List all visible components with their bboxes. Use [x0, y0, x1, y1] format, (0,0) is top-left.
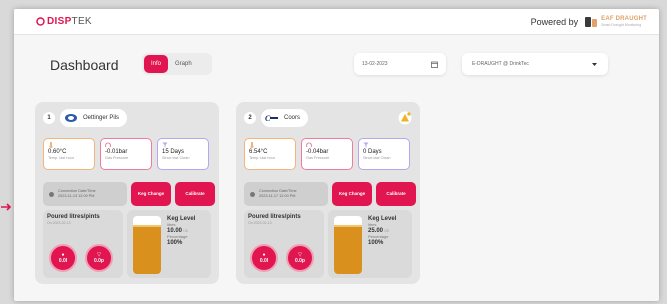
keg-index: 1 — [43, 112, 55, 124]
arrow-right-icon — [1, 203, 12, 211]
keg-change-button[interactable]: Keg Change — [332, 182, 372, 206]
connection-info: Connection Date/Time 2023-11-13 12:00 PM — [43, 182, 127, 206]
product-name: Oettinger Pils — [83, 115, 120, 121]
brand-subtitle: Smart Draught Monitoring — [601, 23, 642, 27]
powered-by: Powered by EAF DRAUGHT Smart Draught Mon… — [531, 16, 647, 28]
keg-index: 2 — [244, 112, 256, 124]
brand-name: EAF DRAUGHT — [601, 16, 647, 22]
poured-subtitle: On 2023-02-13 — [47, 221, 71, 225]
chevron-down-icon — [592, 62, 597, 66]
dashboard-header: Dashboard Info Graph 13-02-2023 E-DRAUGH… — [50, 53, 659, 83]
keg-percentage-value: 100% — [167, 240, 183, 246]
product-pill: C Coors — [261, 109, 309, 127]
status-dot-icon — [250, 191, 255, 197]
clean-stat: 0 Days Since last Clean — [358, 138, 410, 170]
date-value: 13-02-2023 — [362, 61, 388, 67]
keg-percentage-value: 100% — [368, 240, 384, 246]
location-value: E-DRAUGHT @ DrinkTec — [472, 61, 529, 67]
calendar-icon[interactable] — [431, 61, 438, 68]
keg-level-panel: Keg Level litres 10.00 /10 Percentage 10… — [127, 210, 211, 278]
keg-change-button[interactable]: Keg Change — [131, 182, 171, 206]
poured-title: Poured litres/pints — [47, 214, 100, 220]
eaf-draught-logo: EAF DRAUGHT Smart Draught Monitoring — [584, 16, 647, 28]
litres-badge: ● 0.0l — [49, 244, 77, 272]
clean-stat: 15 Days Since last Clean — [157, 138, 209, 170]
top-bar: DISPTEK Powered by EAF DRAUGHT Smart Dra… — [14, 9, 659, 35]
view-toggle: Info Graph — [142, 53, 212, 75]
disptek-logo[interactable]: DISPTEK — [36, 16, 92, 27]
product-pill: Oettinger Pils — [60, 109, 128, 127]
app-window: DISPTEK Powered by EAF DRAUGHT Smart Dra… — [14, 9, 659, 301]
keg-stats: 0.60°C Temp. last hour -0.01bar Gas Pres… — [43, 138, 209, 170]
calibrate-button[interactable]: Calibrate — [376, 182, 416, 206]
keg-litres-unit: /10 — [183, 229, 189, 233]
calibrate-button[interactable]: Calibrate — [175, 182, 215, 206]
disptek-logo-icon — [36, 17, 45, 26]
funnel-icon — [162, 142, 168, 148]
poured-panel: Poured litres/pints On 2023-02-13 ● 0.0l… — [43, 210, 123, 278]
litres-value: 0.0l — [58, 258, 68, 264]
powered-by-label: Powered by — [530, 16, 579, 27]
keg-card: 2 C Coors 6.54°C Temp. last hour -0.04ba… — [236, 102, 420, 284]
litres-badge: ● 0.0l — [250, 244, 278, 272]
keg-stats: 6.54°C Temp. last hour -0.04bar Gas Pres… — [244, 138, 410, 170]
thermometer-icon — [49, 142, 53, 148]
product-name: Coors — [284, 115, 301, 121]
warning-icon[interactable] — [398, 111, 412, 125]
litres-value: 0.0l — [259, 258, 269, 264]
connection-value: 2023-11-13 12:00 PM — [58, 194, 95, 198]
pints-value: 0.0p — [93, 258, 104, 264]
date-picker[interactable]: 13-02-2023 — [354, 53, 446, 75]
keg-card-header: 2 C Coors — [244, 109, 309, 127]
keg-card-header: 1 Oettinger Pils — [43, 109, 128, 127]
pints-value: 0.0p — [294, 258, 305, 264]
keg-fill — [334, 224, 362, 274]
location-select[interactable]: E-DRAUGHT @ DrinkTec — [462, 53, 608, 75]
logo-text: DISPTEK — [47, 16, 92, 27]
pressure-label: Gas Pressure — [306, 156, 330, 160]
pressure-stat: -0.01bar Gas Pressure — [100, 138, 152, 170]
poured-title: Poured litres/pints — [248, 214, 301, 220]
keg-fill — [133, 224, 161, 274]
pints-badge: ▽ 0.0p — [286, 244, 314, 272]
oettinger-logo-icon — [65, 114, 77, 122]
keg-level-gauge — [133, 216, 161, 274]
gauge-icon — [105, 142, 111, 148]
keg-litres-unit: /25 — [384, 229, 390, 233]
poured-panel: Poured litres/pints On 2023-02-13 ● 0.0l… — [244, 210, 324, 278]
funnel-icon — [363, 142, 369, 148]
keg-level-gauge — [334, 216, 362, 274]
temperature-stat: 6.54°C Temp. last hour — [244, 138, 296, 170]
connection-value: 2023-11-17 12:00 PM — [259, 194, 296, 198]
keg-card: 1 Oettinger Pils 0.60°C Temp. last hour … — [35, 102, 219, 284]
keg-level-panel: Keg Level litres 25.00 /25 Percentage 10… — [328, 210, 412, 278]
gauge-icon — [306, 142, 312, 148]
connection-info: Connection Date/Time 2023-11-17 12:00 PM — [244, 182, 328, 206]
page-title: Dashboard — [50, 57, 119, 73]
keg-logo-icon — [585, 16, 598, 27]
tab-graph[interactable]: Graph — [168, 55, 199, 73]
temperature-label: Temp. last hour — [48, 156, 74, 160]
status-dot-icon — [49, 191, 54, 197]
thermometer-icon — [250, 142, 254, 148]
pressure-label: Gas Pressure — [105, 156, 129, 160]
temperature-label: Temp. last hour — [249, 156, 275, 160]
poured-subtitle: On 2023-02-13 — [248, 221, 272, 225]
coors-logo-icon: C — [265, 114, 278, 123]
clean-label: Since last Clean — [363, 156, 391, 160]
pints-badge: ▽ 0.0p — [85, 244, 113, 272]
temperature-stat: 0.60°C Temp. last hour — [43, 138, 95, 170]
tab-info[interactable]: Info — [144, 55, 169, 73]
pressure-stat: -0.04bar Gas Pressure — [301, 138, 353, 170]
clean-label: Since last Clean — [162, 156, 190, 160]
